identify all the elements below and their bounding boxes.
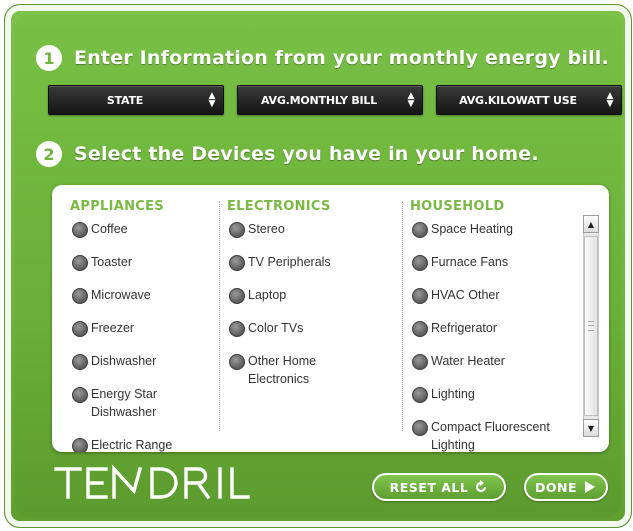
device-label: Laptop xyxy=(248,288,287,302)
device-label: Energy Star Dishwasher xyxy=(91,387,158,419)
radio-icon xyxy=(72,288,88,304)
up-down-arrow-icon: ▲ ▼ xyxy=(407,91,415,109)
device-label: TV Peripherals xyxy=(248,255,331,269)
step-2-heading: 2 Select the Devices you have in your ho… xyxy=(36,141,539,167)
reset-all-label: RESET ALL xyxy=(389,479,469,495)
done-button[interactable]: DONE xyxy=(524,473,608,501)
radio-icon xyxy=(412,420,428,436)
radio-icon xyxy=(412,222,428,238)
radio-icon xyxy=(72,387,88,403)
device-option[interactable]: Lighting xyxy=(412,385,577,403)
radio-icon xyxy=(412,321,428,337)
radio-icon xyxy=(412,255,428,271)
grip-icon xyxy=(588,321,594,331)
device-label: Refrigerator xyxy=(431,321,497,335)
column-divider xyxy=(402,201,403,431)
avg-kilowatt-use-select-label: AVG.KILOWATT USE xyxy=(459,93,577,107)
step-2-number-badge: 2 xyxy=(36,141,62,167)
device-label: Coffee xyxy=(91,222,128,236)
device-label: HVAC Other xyxy=(431,288,500,302)
up-down-arrow-icon: ▲ ▼ xyxy=(606,91,614,109)
appliances-column: APPLIANCES Coffee Toaster Microwave Free… xyxy=(70,199,212,452)
device-option[interactable]: TV Peripherals xyxy=(229,253,394,271)
radio-icon xyxy=(412,354,428,370)
state-select[interactable]: STATE ▲ ▼ xyxy=(48,85,224,115)
up-down-arrow-icon: ▲ ▼ xyxy=(208,91,216,109)
radio-icon xyxy=(72,354,88,370)
step-1-heading: 1 Enter Information from your monthly en… xyxy=(36,45,609,71)
avg-kilowatt-use-select[interactable]: AVG.KILOWATT USE ▲ ▼ xyxy=(436,85,622,115)
device-label: Dishwasher xyxy=(91,354,157,368)
radio-icon xyxy=(72,438,88,452)
device-option[interactable]: Water Heater xyxy=(412,352,577,370)
step-1-number-badge: 1 xyxy=(36,45,62,71)
device-option[interactable]: Toaster xyxy=(72,253,212,271)
device-option[interactable]: Furnace Fans xyxy=(412,253,577,271)
device-label: Space Heating xyxy=(431,222,514,236)
device-label: Freezer xyxy=(91,321,135,335)
state-select-label: STATE xyxy=(106,93,144,107)
radio-icon xyxy=(412,288,428,304)
device-option[interactable]: Laptop xyxy=(229,286,394,304)
radio-icon xyxy=(229,222,245,238)
avg-monthly-bill-select[interactable]: AVG.MONTHLY BILL ▲ ▼ xyxy=(237,85,423,115)
device-label: Furnace Fans xyxy=(431,255,509,269)
scroll-up-arrow-icon[interactable]: ▲ xyxy=(583,215,599,233)
device-option[interactable]: Refrigerator xyxy=(412,319,577,337)
scroll-down-arrow-icon[interactable]: ▼ xyxy=(583,419,599,437)
device-label: Toaster xyxy=(91,255,132,269)
radio-icon xyxy=(229,321,245,337)
device-option[interactable]: HVAC Other xyxy=(412,286,577,304)
device-label: Water Heater xyxy=(431,354,505,368)
device-option[interactable]: Electric Range xyxy=(72,436,212,452)
tendril-logo-wordmark xyxy=(54,464,250,500)
play-arrow-icon xyxy=(583,480,597,494)
tendril-logo xyxy=(54,464,268,509)
radio-icon xyxy=(72,222,88,238)
device-option[interactable]: Coffee xyxy=(72,220,212,238)
step-2-text: Select the Devices you have in your home… xyxy=(74,143,539,165)
radio-icon xyxy=(229,354,245,370)
household-heading: HOUSEHOLD xyxy=(410,199,505,214)
refresh-icon xyxy=(474,480,488,494)
device-label: Microwave xyxy=(91,288,151,302)
device-option[interactable]: Microwave xyxy=(72,286,212,304)
device-option[interactable]: Energy Star Dishwasher xyxy=(72,385,182,421)
appliances-heading: APPLIANCES xyxy=(70,199,164,214)
device-option[interactable]: Stereo xyxy=(229,220,394,238)
device-option[interactable]: Color TVs xyxy=(229,319,394,337)
reset-all-button[interactable]: RESET ALL xyxy=(372,473,506,501)
radio-icon xyxy=(72,321,88,337)
device-option[interactable]: Dishwasher xyxy=(72,352,212,370)
step-1-text: Enter Information from your monthly ener… xyxy=(74,47,609,69)
household-column: HOUSEHOLD Space Heating Furnace Fans HVA… xyxy=(410,199,577,452)
device-label: Electric Range xyxy=(91,438,173,452)
device-label: Stereo xyxy=(248,222,285,236)
device-label: Compact Fluorescent Lighting xyxy=(431,420,550,452)
electronics-heading: ELECTRONICS xyxy=(227,199,331,214)
radio-icon xyxy=(229,255,245,271)
device-option[interactable]: Other Home Electronics xyxy=(229,352,339,388)
devices-panel: APPLIANCES Coffee Toaster Microwave Free… xyxy=(52,185,609,452)
device-option[interactable]: Space Heating xyxy=(412,220,577,238)
household-scrollbar[interactable]: ▲ ▼ xyxy=(583,215,599,437)
device-label: Lighting xyxy=(431,387,475,401)
scrollbar-thumb[interactable] xyxy=(584,236,598,416)
radio-icon xyxy=(72,255,88,271)
device-option[interactable]: Compact Fluorescent Lighting xyxy=(412,418,562,452)
avg-monthly-bill-select-label: AVG.MONTHLY BILL xyxy=(260,93,378,107)
device-label: Color TVs xyxy=(248,321,304,335)
column-divider xyxy=(219,201,220,431)
electronics-column: ELECTRONICS Stereo TV Peripherals Laptop… xyxy=(227,199,394,403)
radio-icon xyxy=(229,288,245,304)
done-label: DONE xyxy=(534,479,577,495)
device-label: Other Home Electronics xyxy=(248,354,317,386)
device-option[interactable]: Freezer xyxy=(72,319,212,337)
radio-icon xyxy=(412,387,428,403)
